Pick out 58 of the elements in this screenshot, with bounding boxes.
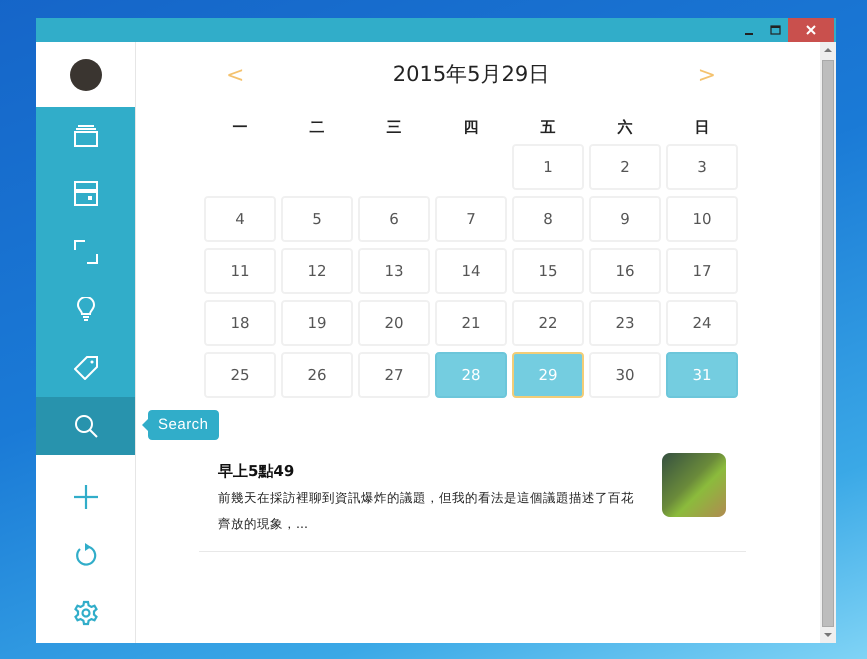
close-icon — [806, 25, 816, 35]
day-cell[interactable]: 30 — [589, 352, 661, 398]
photo-placeholder — [662, 453, 726, 517]
day-cell[interactable]: 10 — [666, 196, 738, 242]
day-cell[interactable]: 17 — [666, 248, 738, 294]
day-cell[interactable]: 15 — [512, 248, 584, 294]
plus-icon — [72, 484, 98, 510]
day-cell[interactable]: 2 — [589, 144, 661, 190]
day-cell[interactable]: 26 — [281, 352, 353, 398]
lightbulb-icon — [76, 297, 96, 323]
day-cell[interactable]: 5 — [281, 196, 353, 242]
day-cell[interactable]: 27 — [358, 352, 430, 398]
weekday-label: 日 — [694, 117, 710, 138]
tag-icon — [74, 356, 98, 380]
calendar-title: 2015年5月29日 — [392, 61, 550, 88]
day-cell[interactable]: 21 — [435, 300, 507, 346]
weekday-label: 一 — [232, 117, 248, 138]
tooltip: Search — [148, 410, 219, 440]
day-cell[interactable]: 8 — [512, 196, 584, 242]
day-cell[interactable]: 25 — [204, 352, 276, 398]
weekday-label: 五 — [540, 117, 556, 138]
corners-icon — [74, 240, 98, 264]
avatar[interactable] — [70, 58, 102, 90]
day-cell[interactable]: 24 — [666, 300, 738, 346]
scrollbar-thumb[interactable] — [822, 60, 834, 627]
tooltip-pointer — [142, 419, 148, 431]
weekday-label: 三 — [386, 117, 402, 138]
day-cell[interactable]: 18 — [204, 300, 276, 346]
day-cell[interactable]: 14 — [435, 248, 507, 294]
search-icon — [74, 414, 98, 438]
day-cell[interactable]: 19 — [281, 300, 353, 346]
day-cell[interactable]: 16 — [589, 248, 661, 294]
archive-icon — [74, 181, 98, 207]
settings-icon — [72, 600, 98, 626]
entry-title: 早上5點49 — [218, 461, 296, 482]
close-button[interactable] — [788, 18, 834, 42]
weekday-label: 二 — [308, 117, 326, 138]
scrollbar[interactable] — [820, 42, 836, 643]
day-cell[interactable]: 11 — [204, 248, 276, 294]
stack-icon — [72, 124, 98, 148]
day-cell[interactable]: 6 — [358, 196, 430, 242]
entry-card[interactable]: 早上5點49 前幾天在採訪裡聊到資訊爆炸的議題，但我的看法是這個議題描述了百花齊放的現象，... — [199, 448, 746, 552]
day-cell[interactable]: 7 — [435, 196, 507, 242]
maximize-icon — [770, 25, 780, 35]
weekday-label: 六 — [616, 117, 634, 138]
day-cell[interactable]: 9 — [589, 196, 661, 242]
minimize-icon — [745, 32, 753, 34]
day-cell[interactable]: 3 — [666, 144, 738, 190]
day-cell[interactable]: 12 — [281, 248, 353, 294]
refresh-icon — [74, 542, 98, 568]
day-cell[interactable]: 4 — [204, 196, 276, 242]
day-cell[interactable]: 22 — [512, 300, 584, 346]
day-cell[interactable]: 23 — [589, 300, 661, 346]
day-cell[interactable]: 13 — [358, 248, 430, 294]
weekday-label: 四 — [462, 117, 480, 138]
day-cell[interactable]: 20 — [358, 300, 430, 346]
day-cell[interactable]: 1 — [512, 144, 584, 190]
entry-excerpt: 前幾天在採訪裡聊到資訊爆炸的議題，但我的看法是這個議題描述了百花齊放的現象，... — [218, 488, 635, 532]
